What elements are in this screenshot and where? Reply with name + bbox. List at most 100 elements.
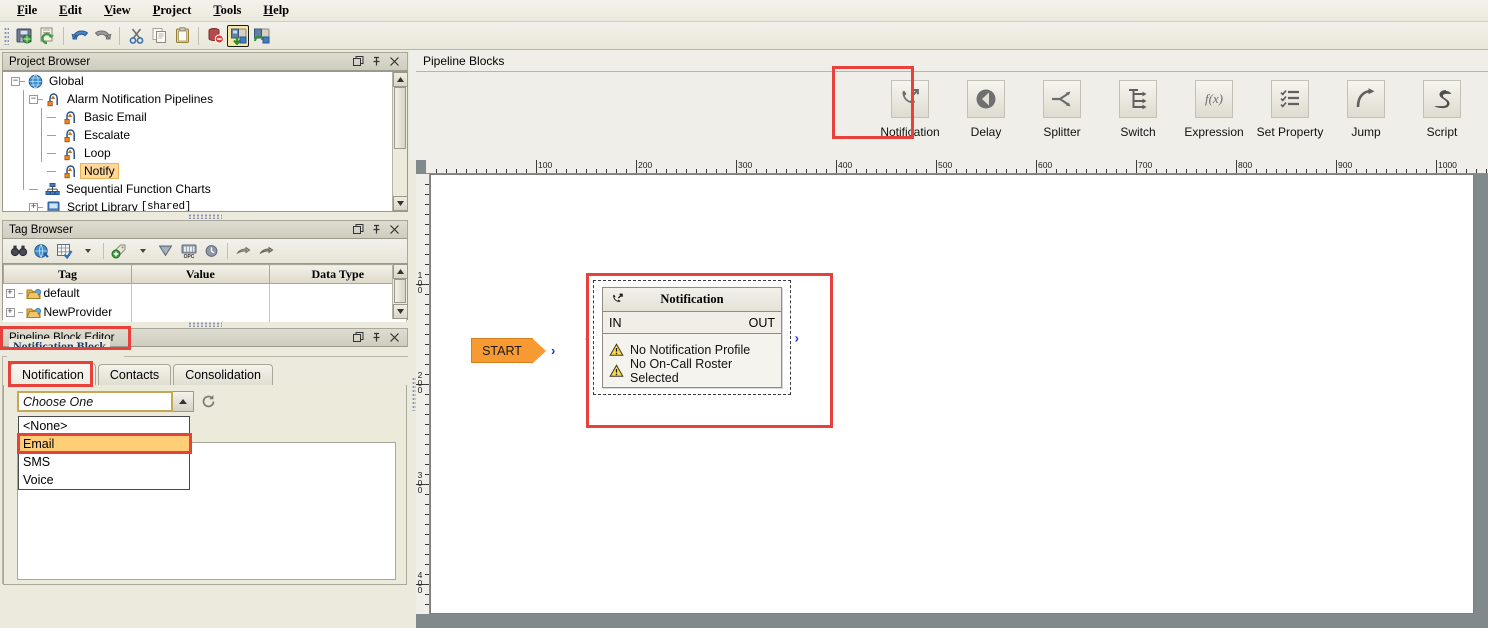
find-tags-icon[interactable] bbox=[8, 241, 29, 262]
dropdown-option-email[interactable]: Email bbox=[19, 435, 189, 453]
dropdown-caret-icon[interactable] bbox=[77, 241, 98, 262]
cut-icon[interactable] bbox=[125, 25, 147, 47]
close-icon[interactable] bbox=[388, 331, 401, 344]
project-browser-tree[interactable]: − Global − Alarm Notification Pipelines bbox=[2, 71, 408, 212]
scroll-down-arrow[interactable] bbox=[393, 196, 408, 211]
tree-item-script-library[interactable]: + Script Library [shared] bbox=[3, 198, 407, 212]
refresh-icon[interactable] bbox=[201, 394, 216, 409]
menu-help[interactable]: Help bbox=[252, 1, 300, 20]
tree-expander-alarm-pipelines[interactable]: − bbox=[29, 95, 38, 104]
pipeline-canvas[interactable]: START › Notification bbox=[430, 174, 1474, 614]
scrollbar-thumb[interactable] bbox=[394, 279, 406, 303]
scroll-up-arrow[interactable] bbox=[393, 72, 408, 87]
toolbar-drag-grip[interactable] bbox=[4, 27, 9, 45]
palette-block-set-property[interactable]: Set Property bbox=[1252, 76, 1328, 139]
tag-cell-default[interactable]: + default bbox=[4, 284, 132, 303]
tag-browser-globe-icon[interactable] bbox=[31, 241, 52, 262]
float-icon[interactable] bbox=[352, 331, 365, 344]
notification-profile-combo-field[interactable]: Choose One bbox=[17, 391, 173, 412]
export-tags-icon[interactable] bbox=[256, 241, 277, 262]
scroll-up-arrow[interactable] bbox=[393, 264, 408, 279]
table-row[interactable]: + default bbox=[4, 284, 407, 303]
menu-edit[interactable]: Edit bbox=[48, 1, 93, 20]
notification-profile-dropdown-list[interactable]: <None> Email SMS Voice bbox=[18, 416, 190, 490]
column-header-value[interactable]: Value bbox=[132, 265, 269, 284]
float-icon[interactable] bbox=[352, 223, 365, 236]
menu-project[interactable]: Project bbox=[142, 1, 203, 20]
database-download-icon[interactable] bbox=[227, 25, 249, 47]
new-tag-caret-icon[interactable] bbox=[132, 241, 153, 262]
tree-item-loop[interactable]: Loop bbox=[3, 144, 407, 162]
palette-block-splitter[interactable]: Splitter bbox=[1024, 76, 1100, 139]
dropdown-option-voice[interactable]: Voice bbox=[19, 471, 189, 489]
close-icon[interactable] bbox=[388, 223, 401, 236]
start-block-output-port[interactable]: › bbox=[551, 345, 560, 356]
menu-file[interactable]: File bbox=[6, 1, 48, 20]
opc-tag-icon[interactable]: OPC bbox=[178, 241, 199, 262]
copy-icon[interactable] bbox=[148, 25, 170, 47]
palette-block-switch[interactable]: Switch bbox=[1100, 76, 1176, 139]
menu-tools[interactable]: Tools bbox=[202, 1, 252, 20]
database-sync-icon[interactable] bbox=[250, 25, 272, 47]
canvas-notification-block-selection[interactable]: Notification ‹ IN OUT › No Notific bbox=[593, 280, 791, 395]
column-header-data-type[interactable]: Data Type bbox=[269, 265, 406, 284]
tree-expander-global[interactable]: − bbox=[11, 77, 20, 86]
tree-label-sfc: Sequential Function Charts bbox=[63, 182, 214, 196]
pin-icon[interactable] bbox=[370, 55, 383, 68]
canvas-notification-block[interactable]: Notification ‹ IN OUT › No Notific bbox=[602, 287, 782, 388]
dropdown-option-sms[interactable]: SMS bbox=[19, 453, 189, 471]
notification-block-out-pin[interactable]: › bbox=[795, 330, 799, 345]
tree-expander-newprovider[interactable]: + bbox=[6, 308, 15, 317]
float-icon[interactable] bbox=[352, 55, 365, 68]
tab-contacts[interactable]: Contacts bbox=[98, 364, 171, 385]
palette-block-delay[interactable]: Delay bbox=[948, 76, 1024, 139]
expression-tag-icon[interactable] bbox=[201, 241, 222, 262]
undo-icon[interactable] bbox=[69, 25, 91, 47]
tree-item-global[interactable]: − Global bbox=[3, 72, 407, 90]
pin-icon[interactable] bbox=[370, 223, 383, 236]
palette-block-notification[interactable]: Notification bbox=[872, 76, 948, 139]
refresh-publish-icon[interactable] bbox=[36, 25, 58, 47]
dropdown-option-none[interactable]: <None> bbox=[19, 417, 189, 435]
datatype-cell-default[interactable] bbox=[269, 284, 406, 303]
scrollbar-thumb[interactable] bbox=[394, 87, 406, 149]
notification-profile-combo[interactable]: Choose One bbox=[17, 391, 194, 412]
tag-cell-newprovider[interactable]: + NewProvider bbox=[4, 303, 132, 322]
pin-icon[interactable] bbox=[370, 331, 383, 344]
tree-item-basic-email[interactable]: Basic Email bbox=[3, 108, 407, 126]
table-row[interactable]: + NewProvider bbox=[4, 303, 407, 322]
tag-browser-table[interactable]: Tag Value Data Type + bbox=[3, 264, 407, 322]
tree-expander-default[interactable]: + bbox=[6, 289, 15, 298]
tab-consolidation[interactable]: Consolidation bbox=[173, 364, 273, 385]
tab-notification[interactable]: Notification bbox=[10, 363, 96, 385]
value-cell-default[interactable] bbox=[132, 284, 269, 303]
value-cell-newprovider[interactable] bbox=[132, 303, 269, 322]
palette-block-expression[interactable]: f(x) Expression bbox=[1176, 76, 1252, 139]
notification-profile-combo-arrow[interactable] bbox=[173, 391, 194, 412]
scroll-down-arrow[interactable] bbox=[393, 304, 408, 319]
tree-item-sequential-function-charts[interactable]: Sequential Function Charts bbox=[3, 180, 407, 198]
database-disabled-icon[interactable] bbox=[204, 25, 226, 47]
datatype-cell-newprovider[interactable] bbox=[269, 303, 406, 322]
import-tags-icon[interactable] bbox=[233, 241, 254, 262]
panel-splitter-1[interactable] bbox=[0, 212, 410, 220]
save-icon[interactable] bbox=[13, 25, 35, 47]
tree-item-alarm-notification-pipelines[interactable]: − Alarm Notification Pipelines bbox=[3, 90, 407, 108]
palette-block-jump[interactable]: Jump bbox=[1328, 76, 1404, 139]
project-browser-scrollbar[interactable] bbox=[392, 72, 407, 211]
column-header-tag[interactable]: Tag bbox=[4, 265, 132, 284]
tag-browser-scrollbar[interactable] bbox=[392, 264, 407, 319]
memory-tag-icon[interactable] bbox=[155, 241, 176, 262]
tree-expander-script-library[interactable]: + bbox=[29, 203, 38, 212]
tag-editor-icon[interactable] bbox=[54, 241, 75, 262]
tree-item-notify[interactable]: Notify bbox=[3, 162, 407, 180]
tree-item-escalate[interactable]: Escalate bbox=[3, 126, 407, 144]
new-tag-icon[interactable] bbox=[109, 241, 130, 262]
menu-view[interactable]: View bbox=[93, 1, 142, 20]
paste-icon[interactable] bbox=[171, 25, 193, 47]
redo-icon[interactable] bbox=[92, 25, 114, 47]
palette-block-script[interactable]: Script bbox=[1404, 76, 1480, 139]
close-icon[interactable] bbox=[388, 55, 401, 68]
notification-block-in-pin[interactable]: ‹ bbox=[585, 330, 589, 345]
canvas-start-block[interactable]: START › bbox=[471, 338, 560, 363]
